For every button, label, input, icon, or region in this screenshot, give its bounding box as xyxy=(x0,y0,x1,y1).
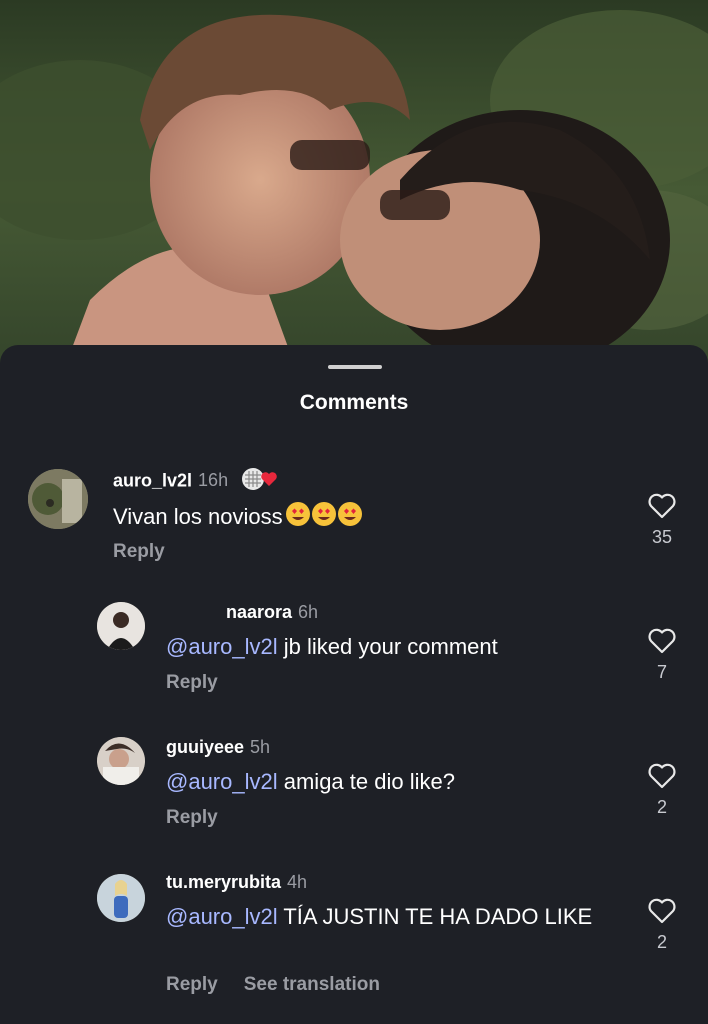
comment-text: @auro_lv2l TÍA JUSTIN TE HA DADO LIKE xyxy=(166,904,593,929)
like-button[interactable]: 2 xyxy=(640,898,684,953)
comment-reply-item: naarora 6h @auro_lv2l jb liked your comme… xyxy=(0,600,708,710)
comment-reply-item: tu.meryrubita 4h @auro_lv2l TÍA JUSTIN TE… xyxy=(0,870,708,1020)
timestamp: 16h xyxy=(198,470,229,491)
comment-meta: guuiyeee 5h xyxy=(166,737,270,758)
comment-actions: Reply xyxy=(113,541,165,563)
like-count: 2 xyxy=(656,797,667,817)
see-translation-button[interactable]: See translation xyxy=(244,974,380,995)
username[interactable]: tu.meryrubita xyxy=(166,872,281,892)
comment-actions: Reply See translation xyxy=(166,974,380,996)
comment-reply-item: guuiyeee 5h @auro_lv2l amiga te dio like?… xyxy=(0,735,708,845)
comment-meta: naarora 6h xyxy=(166,602,318,623)
avatar[interactable] xyxy=(97,602,145,650)
reply-button[interactable]: Reply xyxy=(166,672,218,693)
mention-link[interactable]: @auro_lv2l xyxy=(166,904,278,929)
liked-by-creator-icon xyxy=(241,467,279,496)
comment-meta: tu.meryrubita 4h xyxy=(166,872,307,893)
comment-actions: Reply xyxy=(166,672,218,694)
like-button[interactable]: 2 xyxy=(640,763,684,818)
like-count: 7 xyxy=(656,662,667,682)
timestamp: 6h xyxy=(298,602,319,622)
drag-handle[interactable] xyxy=(328,365,382,369)
username[interactable]: naarora xyxy=(166,602,292,622)
mention-link[interactable]: @auro_lv2l xyxy=(166,634,278,659)
like-count: 2 xyxy=(656,932,667,952)
like-count: 35 xyxy=(651,527,673,547)
comment-meta: auro_lv2l 16h xyxy=(113,467,279,496)
mention-link[interactable]: @auro_lv2l xyxy=(166,769,278,794)
heart-eyes-emoji xyxy=(285,501,363,535)
avatar[interactable] xyxy=(28,469,88,529)
comment-text: Vivan los novioss xyxy=(113,501,363,535)
comment-item: auro_lv2l 16h Vivan los novioss Reply 35 xyxy=(0,463,708,573)
comment-text: @auro_lv2l amiga te dio like? xyxy=(166,769,455,794)
heart-icon[interactable] xyxy=(648,628,676,654)
sheet-title: Comments xyxy=(299,391,409,414)
heart-icon[interactable] xyxy=(648,763,676,789)
comment-text: @auro_lv2l jb liked your comment xyxy=(166,634,498,659)
timestamp: 4h xyxy=(287,872,308,892)
comment-actions: Reply xyxy=(166,807,218,829)
reply-button[interactable]: Reply xyxy=(113,541,165,562)
heart-icon[interactable] xyxy=(648,493,676,519)
reply-button[interactable]: Reply xyxy=(166,807,218,828)
heart-icon[interactable] xyxy=(648,898,676,924)
like-button[interactable]: 35 xyxy=(640,493,684,548)
username[interactable]: guuiyeee xyxy=(166,737,244,757)
like-button[interactable]: 7 xyxy=(640,628,684,683)
username[interactable]: auro_lv2l xyxy=(113,470,192,490)
timestamp: 5h xyxy=(250,737,271,757)
reply-button[interactable]: Reply xyxy=(166,974,218,995)
avatar[interactable] xyxy=(97,874,145,922)
post-photo xyxy=(0,0,708,380)
avatar[interactable] xyxy=(97,737,145,785)
comments-sheet: Comments auro_lv2l 16h Vivan los novioss xyxy=(0,345,708,1024)
